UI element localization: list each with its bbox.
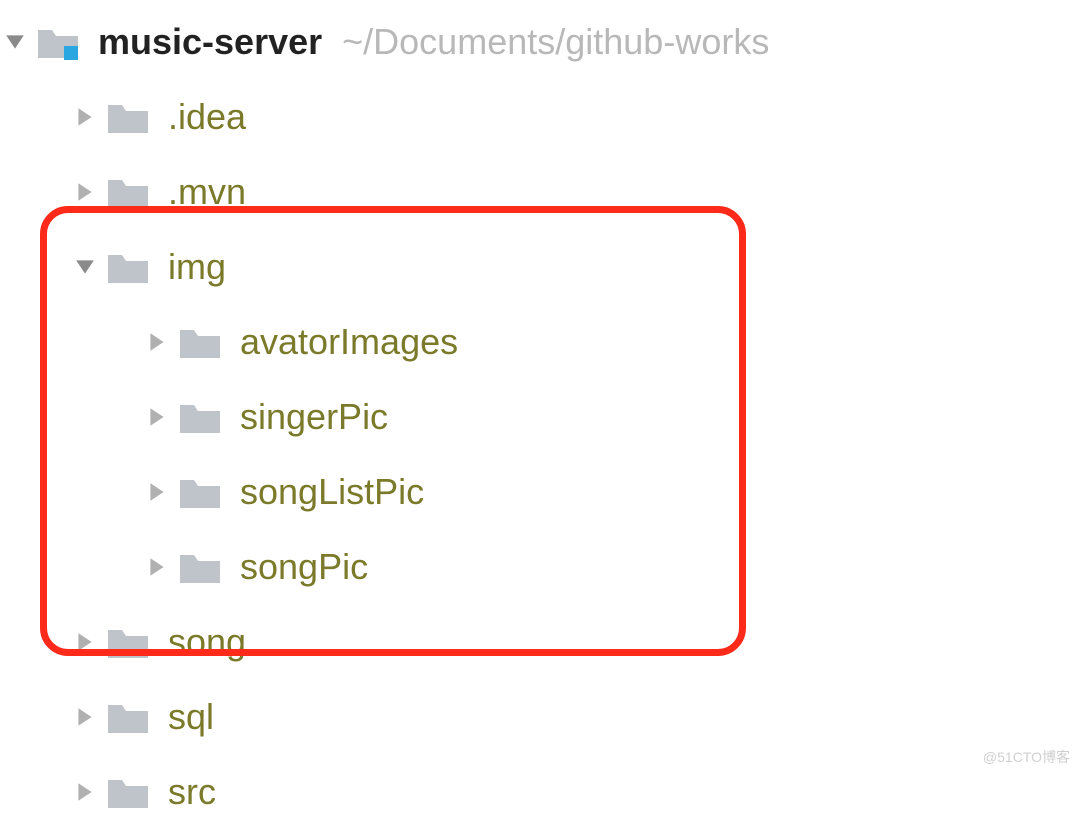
folder-icon	[106, 774, 150, 810]
chevron-right-icon[interactable]	[142, 556, 172, 578]
chevron-right-icon[interactable]	[70, 106, 100, 128]
node-label: avatorImages	[240, 321, 458, 363]
folder-icon	[178, 324, 222, 360]
folder-icon	[178, 474, 222, 510]
tree-row-sql[interactable]: sql	[0, 679, 1080, 754]
node-label: songPic	[240, 546, 368, 588]
tree-row-songPic[interactable]: songPic	[0, 529, 1080, 604]
chevron-right-icon[interactable]	[142, 406, 172, 428]
tree-row-avatorImages[interactable]: avatorImages	[0, 304, 1080, 379]
chevron-right-icon[interactable]	[142, 331, 172, 353]
folder-icon	[106, 699, 150, 735]
node-label: .idea	[168, 96, 246, 138]
folder-icon	[106, 174, 150, 210]
tree-row-song[interactable]: song	[0, 604, 1080, 679]
tree-row-mvn[interactable]: .mvn	[0, 154, 1080, 229]
tree-row-songListPic[interactable]: songListPic	[0, 454, 1080, 529]
tree-row-img[interactable]: img	[0, 229, 1080, 304]
chevron-right-icon[interactable]	[70, 781, 100, 803]
folder-icon	[178, 399, 222, 435]
root-name: music-server	[98, 21, 322, 63]
chevron-right-icon[interactable]	[70, 181, 100, 203]
node-label: .mvn	[168, 171, 246, 213]
node-label: sql	[168, 696, 214, 738]
chevron-down-icon[interactable]	[0, 31, 30, 53]
watermark: @51CTO博客	[983, 747, 1070, 767]
chevron-right-icon[interactable]	[70, 631, 100, 653]
folder-icon	[106, 99, 150, 135]
node-label: songListPic	[240, 471, 424, 513]
chevron-right-icon[interactable]	[142, 481, 172, 503]
folder-icon	[106, 624, 150, 660]
node-label: singerPic	[240, 396, 388, 438]
tree-row-singerPic[interactable]: singerPic	[0, 379, 1080, 454]
node-label: src	[168, 771, 216, 813]
project-tree: music-server ~/Documents/github-works .i…	[0, 0, 1080, 829]
tree-row-idea[interactable]: .idea	[0, 79, 1080, 154]
root-path: ~/Documents/github-works	[342, 21, 769, 63]
folder-icon	[106, 249, 150, 285]
tree-row-src[interactable]: src	[0, 754, 1080, 829]
node-label: song	[168, 621, 246, 663]
chevron-right-icon[interactable]	[70, 706, 100, 728]
chevron-down-icon[interactable]	[70, 256, 100, 278]
folder-icon	[178, 549, 222, 585]
node-label: img	[168, 246, 226, 288]
tree-row-root[interactable]: music-server ~/Documents/github-works	[0, 4, 1080, 79]
module-folder-icon	[36, 24, 80, 60]
